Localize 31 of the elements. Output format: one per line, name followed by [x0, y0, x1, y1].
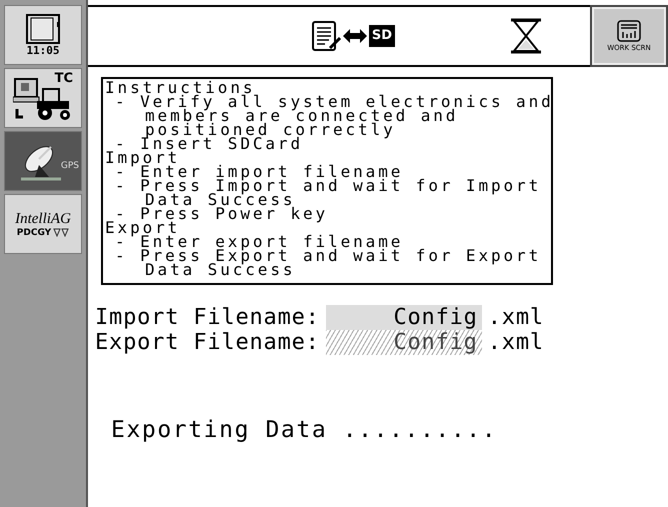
- sidebar-tile[interactable]: TC: [4, 68, 82, 128]
- brand-logo-text: IntelliAG: [15, 210, 71, 228]
- brand-subtitle: PDCGY: [16, 228, 52, 238]
- sidebar-tile[interactable]: 11:05: [4, 5, 82, 65]
- instruction-line: Export: [105, 221, 180, 235]
- file-extension: .xml: [488, 330, 544, 355]
- instructions-title: Instructions: [105, 81, 256, 95]
- instruction-line: members are connected and: [145, 109, 458, 123]
- filename-label: Import Filename:: [95, 305, 320, 330]
- instruction-line: - Press Import and wait for Import: [114, 179, 542, 193]
- instruction-line: - Enter import filename: [115, 165, 404, 179]
- status-message: Exporting Data ..........: [111, 417, 498, 443]
- instruction-line: Data Success: [145, 193, 296, 207]
- instruction-line: - Enter export filename: [115, 235, 404, 249]
- clock-time: 11:05: [26, 44, 60, 56]
- filename-field[interactable]: Config: [326, 305, 482, 330]
- sidebar-tile[interactable]: GPS: [4, 131, 82, 191]
- filename-label: Export Filename:: [95, 330, 320, 355]
- instruction-line: Data Success: [145, 263, 296, 277]
- instruction-line: positioned correctly: [145, 123, 396, 137]
- instruction-line: - Insert SDCard: [115, 137, 303, 151]
- instruction-line: - Press Power key: [115, 207, 330, 221]
- instruction-line: Import: [105, 151, 180, 165]
- filename-field: Config: [326, 330, 482, 355]
- sd-card-label: SD: [368, 25, 396, 47]
- sidebar-tile[interactable]: IntelliAG PDCGY: [4, 194, 82, 254]
- file-extension: .xml: [488, 305, 544, 330]
- instruction-line: - Verify all system electronics and: [115, 95, 551, 109]
- gps-label: GPS: [60, 161, 79, 171]
- instruction-line: - Press Export and wait for Export: [114, 249, 542, 263]
- task-label: TC: [54, 71, 73, 86]
